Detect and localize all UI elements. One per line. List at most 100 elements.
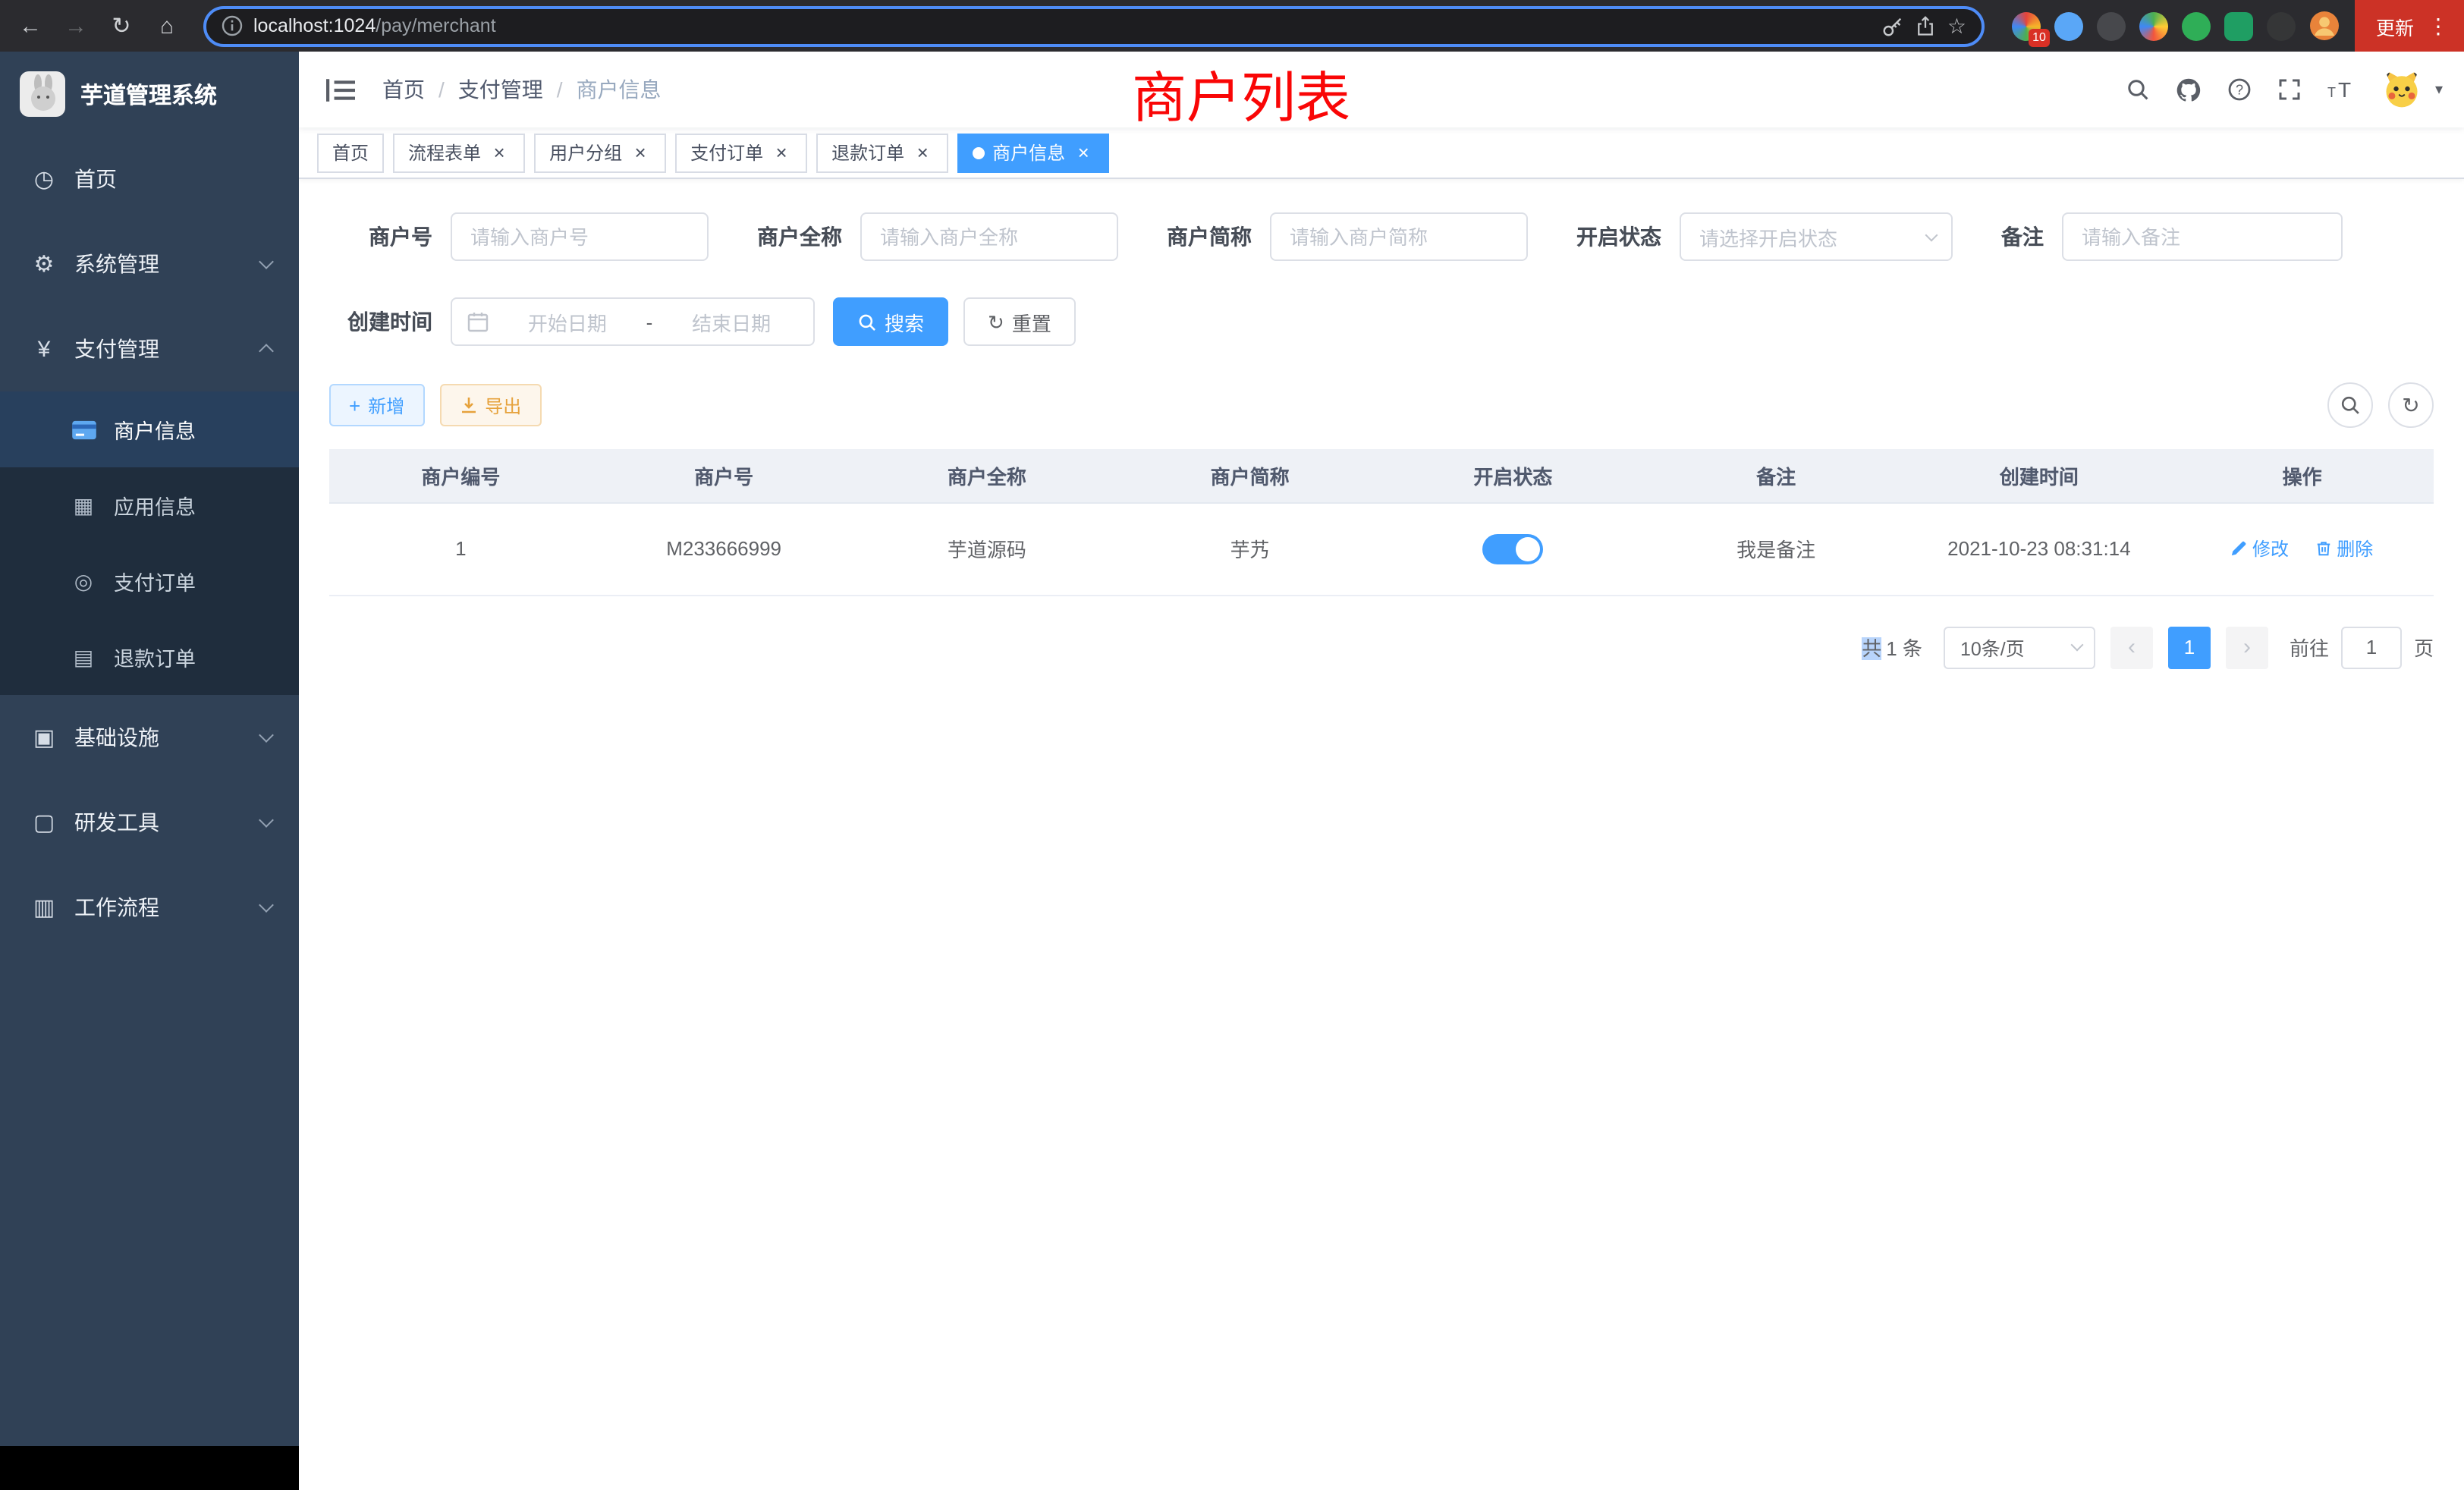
delete-link[interactable]: 删除 — [2315, 536, 2373, 561]
close-icon[interactable]: × — [1073, 142, 1094, 163]
extension-icon-3[interactable] — [2097, 11, 2126, 40]
create-time-range-picker[interactable]: 开始日期 - 结束日期 — [451, 297, 815, 346]
goto-page-input[interactable] — [2341, 626, 2402, 668]
close-icon[interactable]: × — [912, 142, 933, 163]
browser-menu-icon[interactable]: ⋮ — [2428, 15, 2449, 36]
sidebar-menu: ◷ 首页 ⚙ 系统管理 ¥ 支付管理 商户信息 — [0, 137, 299, 950]
gear-icon: ⚙ — [27, 250, 61, 278]
help-icon[interactable]: ? — [2227, 77, 2252, 102]
user-avatar[interactable] — [2381, 68, 2423, 111]
filter-row-1: 商户号 商户全称 商户简称 开启状态 请选择开启状态 — [329, 212, 2434, 261]
browser-forward-button[interactable]: → — [55, 5, 97, 47]
active-tab-dot — [973, 146, 985, 159]
edit-icon — [2231, 540, 2248, 557]
close-icon[interactable]: × — [630, 142, 651, 163]
address-bar[interactable]: localhost:1024/pay/merchant ☆ — [203, 5, 1985, 46]
col-header-merchant-id: 商户编号 — [329, 449, 592, 502]
caret-down-icon[interactable]: ▾ — [2435, 81, 2443, 98]
sidebar-item-refund-order[interactable]: ▤ 退款订单 — [0, 619, 299, 695]
browser-profile-avatar[interactable] — [2309, 11, 2340, 41]
close-icon[interactable]: × — [771, 142, 792, 163]
export-button[interactable]: 导出 — [439, 384, 541, 426]
sidebar-item-label: 首页 — [74, 164, 272, 194]
page-size-select[interactable]: 10条/页 — [1944, 626, 2095, 668]
browser-reload-button[interactable]: ↻ — [100, 5, 143, 47]
share-icon[interactable] — [1916, 14, 1937, 37]
hamburger-icon[interactable] — [320, 77, 361, 102]
screen: ← → ↻ ⌂ localhost:1024/pay/merchant ☆ 10 — [0, 0, 2464, 1490]
col-header-actions: 操作 — [2170, 449, 2434, 502]
sidebar-item-label: 工作流程 — [74, 892, 252, 923]
search-button[interactable]: 搜索 — [833, 297, 948, 346]
total-text: 1 条 — [1886, 637, 1922, 660]
status-select[interactable]: 请选择开启状态 — [1680, 212, 1953, 261]
sidebar-item-workflow[interactable]: ▥ 工作流程 — [0, 865, 299, 950]
filter-merchant-no: 商户号 — [329, 212, 709, 261]
filter-remark: 备注 — [2001, 212, 2343, 261]
sidebar-item-pay-order[interactable]: ◎ 支付订单 — [0, 543, 299, 619]
status-toggle[interactable] — [1482, 533, 1543, 564]
browser-home-button[interactable]: ⌂ — [146, 5, 188, 47]
download-icon — [459, 396, 477, 414]
full-name-input[interactable] — [860, 212, 1118, 261]
filter-status: 开启状态 请选择开启状态 — [1576, 212, 1953, 261]
next-page-button[interactable]: › — [2226, 626, 2268, 668]
github-icon[interactable] — [2176, 77, 2202, 102]
svg-text:T: T — [2327, 85, 2336, 100]
merchant-no-input[interactable] — [451, 212, 709, 261]
bookmark-star-icon[interactable]: ☆ — [1947, 15, 1966, 36]
extension-icon-6[interactable] — [2224, 11, 2253, 40]
yen-icon: ¥ — [27, 336, 61, 362]
sidebar-item-merchant-info[interactable]: 商户信息 — [0, 391, 299, 467]
sidebar-item-devtools[interactable]: ▢ 研发工具 — [0, 780, 299, 865]
extension-icon-1[interactable]: 10 — [2012, 11, 2041, 40]
extension-icon-2[interactable] — [2054, 11, 2083, 40]
sidebar: 芋道管理系统 ◷ 首页 ⚙ 系统管理 ¥ 支付管理 — [0, 52, 299, 1490]
search-icon[interactable] — [2126, 77, 2150, 102]
refresh-table-button[interactable]: ↻ — [2388, 382, 2434, 428]
toggle-search-button[interactable] — [2327, 382, 2373, 428]
status-select-placeholder: 请选择开启状态 — [1699, 222, 1927, 251]
site-info-icon[interactable] — [222, 15, 243, 36]
reload-icon: ↻ — [112, 12, 130, 39]
tab-label: 支付订单 — [690, 140, 763, 165]
app-logo[interactable]: 芋道管理系统 — [0, 52, 299, 137]
tab-process-form[interactable]: 流程表单 × — [393, 133, 525, 172]
tab-home[interactable]: 首页 — [317, 133, 384, 172]
browser-update-button[interactable]: 更新 ⋮ — [2355, 0, 2464, 52]
back-icon: ← — [19, 13, 42, 39]
close-icon[interactable]: × — [489, 142, 510, 163]
sidebar-item-system[interactable]: ⚙ 系统管理 — [0, 222, 299, 306]
breadcrumb: 首页 / 支付管理 / 商户信息 — [382, 74, 662, 105]
page-1-button[interactable]: 1 — [2168, 626, 2211, 668]
font-size-icon[interactable]: TT — [2327, 77, 2355, 102]
prev-page-button[interactable]: ‹ — [2110, 626, 2153, 668]
tab-pay-order[interactable]: 支付订单 × — [675, 133, 807, 172]
tab-merchant-info[interactable]: 商户信息 × — [957, 133, 1109, 172]
sidebar-item-app-info[interactable]: ▦ 应用信息 — [0, 467, 299, 543]
tab-user-group[interactable]: 用户分组 × — [534, 133, 666, 172]
fullscreen-icon[interactable] — [2277, 77, 2302, 102]
breadcrumb-home[interactable]: 首页 — [382, 74, 425, 105]
pagination: 共1 条 10条/页 ‹ 1 › 前往 页 — [329, 626, 2434, 668]
filter-full-name: 商户全称 — [757, 212, 1118, 261]
remark-input[interactable] — [2062, 212, 2343, 261]
full-name-label: 商户全称 — [757, 222, 842, 252]
start-date-placeholder: 开始日期 — [501, 307, 634, 336]
sidebar-item-infra[interactable]: ▣ 基础设施 — [0, 695, 299, 780]
extension-icon-7[interactable] — [2267, 11, 2296, 40]
add-button[interactable]: + 新增 — [329, 384, 424, 426]
filter-create-time: 创建时间 开始日期 - 结束日期 — [329, 297, 815, 346]
sidebar-item-label: 研发工具 — [74, 807, 252, 838]
extension-icon-5[interactable] — [2182, 11, 2211, 40]
reset-button[interactable]: ↻ 重置 — [963, 297, 1076, 346]
breadcrumb-pay-management[interactable]: 支付管理 — [458, 74, 543, 105]
browser-back-button[interactable]: ← — [9, 5, 52, 47]
short-name-input[interactable] — [1270, 212, 1528, 261]
extension-icon-4[interactable] — [2139, 11, 2168, 40]
tab-refund-order[interactable]: 退款订单 × — [816, 133, 948, 172]
password-key-icon[interactable] — [1882, 14, 1905, 37]
sidebar-item-pay[interactable]: ¥ 支付管理 — [0, 306, 299, 391]
sidebar-item-home[interactable]: ◷ 首页 — [0, 137, 299, 222]
edit-link[interactable]: 修改 — [2231, 536, 2289, 561]
